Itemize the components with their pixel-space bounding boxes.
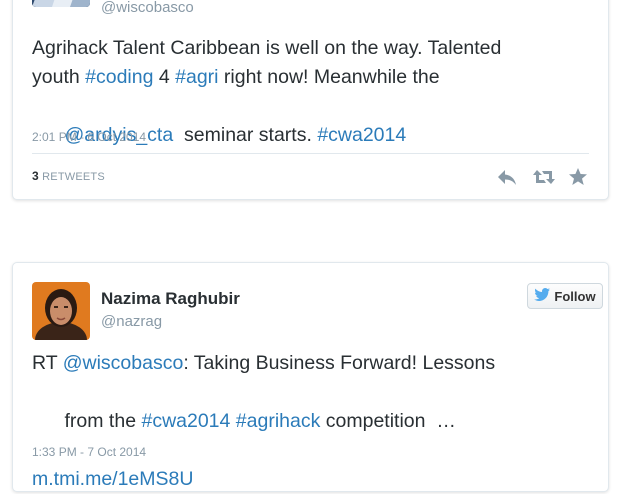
tweet-text: RT @wiscobasco: Taking Business Forward!… <box>32 349 602 494</box>
hashtag-link[interactable]: #cwa2014 <box>141 410 230 432</box>
tweet-text-fragment: 4 <box>153 66 176 88</box>
tweet-text-fragment: from the <box>64 410 142 432</box>
tweet-text-fragment: Agrihack Talent Caribbean is well on the… <box>32 37 502 59</box>
avatar[interactable] <box>32 0 90 7</box>
user-handle[interactable]: @nazrag <box>101 313 162 330</box>
hashtag-link[interactable]: #coding <box>85 66 153 88</box>
tweet-text-fragment: : Taking Business Forward! Lessons <box>183 352 496 374</box>
tweet-text-fragment: competition … <box>320 410 456 432</box>
retweet-count[interactable]: 3 RETWEETS <box>32 169 105 183</box>
user-display-name[interactable]: Nazima Raghubir <box>101 289 240 309</box>
user-handle[interactable]: @wiscobasco <box>101 0 194 16</box>
tweet-text-fragment: RT <box>32 352 63 374</box>
tweet-card: @wiscobasco Agrihack Talent Caribbean is… <box>12 0 609 200</box>
tweet-text-fragment: seminar starts. <box>173 124 318 146</box>
mention-link[interactable]: @wiscobasco <box>63 352 184 374</box>
tweet-card: Nazima Raghubir @nazrag Follow RT @wisco… <box>12 262 609 492</box>
url-link[interactable]: m.tmi.me/1eMS8U <box>32 468 193 490</box>
tweet-actions <box>496 167 590 187</box>
follow-label: Follow <box>554 288 596 304</box>
follow-button[interactable]: Follow <box>527 283 603 309</box>
tweet-timestamp[interactable]: 1:33 PM - 7 Oct 2014 <box>32 445 146 459</box>
tweet-timestamp[interactable]: 2:01 PM - 6 Oct 2014 <box>32 130 146 144</box>
retweet-icon[interactable] <box>532 167 555 187</box>
hashtag-link[interactable]: #agri <box>175 66 218 88</box>
hashtag-link[interactable]: #cwa2014 <box>317 124 406 146</box>
avatar[interactable] <box>32 282 90 340</box>
tweet-text-fragment: right now! Meanwhile the <box>218 66 440 88</box>
tweet-text-fragment: youth <box>32 66 86 88</box>
favorite-icon[interactable] <box>568 167 590 187</box>
hashtag-link[interactable]: #agrihack <box>236 410 321 432</box>
tweet-text: Agrihack Talent Caribbean is well on the… <box>32 34 602 179</box>
reply-icon[interactable] <box>496 167 518 187</box>
retweet-count-label: RETWEETS <box>42 171 105 183</box>
divider <box>32 153 589 154</box>
twitter-bird-icon <box>534 288 551 304</box>
retweet-count-value: 3 <box>32 169 39 183</box>
